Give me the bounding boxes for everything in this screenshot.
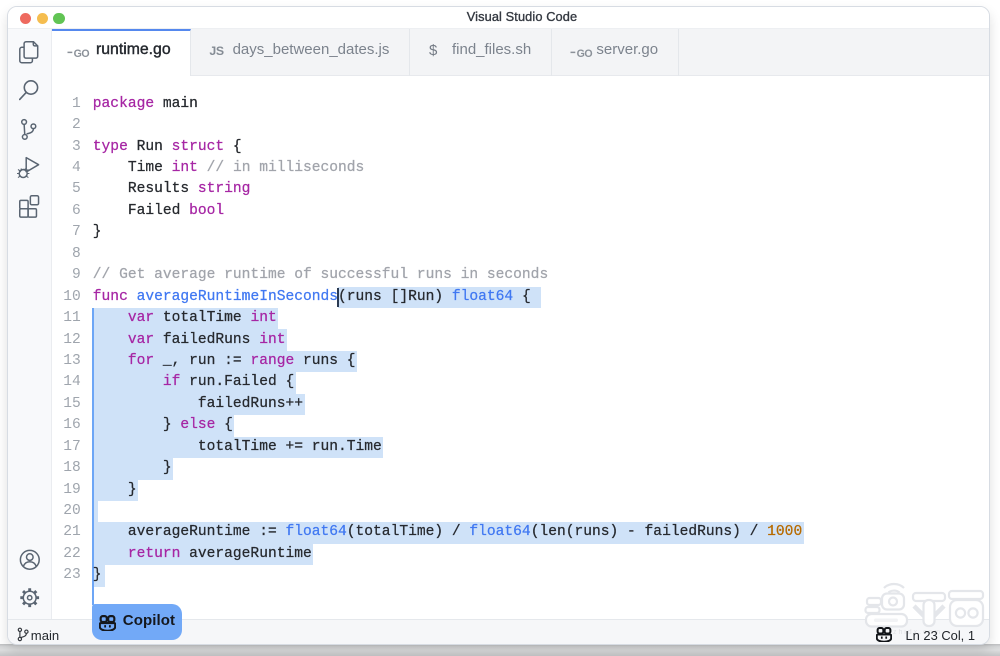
svg-text:GO: GO: [73, 47, 89, 58]
svg-text:GO: GO: [576, 48, 592, 59]
